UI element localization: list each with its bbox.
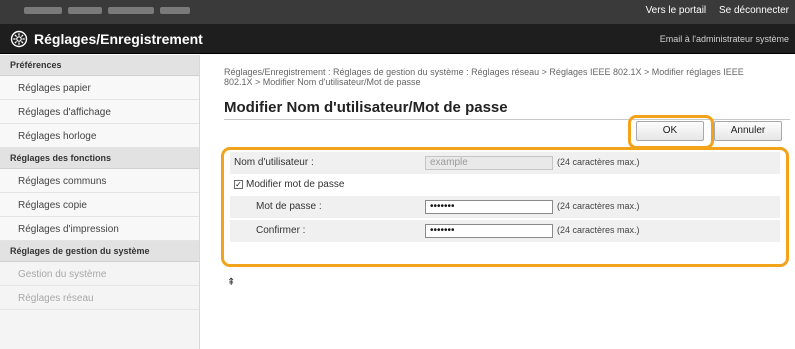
change-password-row: ✓ Modifier mot de passe (230, 174, 780, 196)
settings-gear-icon (10, 30, 28, 48)
sidebar-heading-preferences: Préférences (0, 55, 199, 76)
confirm-label: Confirmer : (256, 225, 306, 236)
scroll-to-top-icon[interactable]: ⇞ (227, 277, 235, 288)
username-label: Nom d'utilisateur : (234, 157, 314, 168)
sidebar-heading-functions: Réglages des fonctions (0, 148, 199, 169)
breadcrumb: Réglages/Enregistrement : Réglages de ge… (224, 67, 744, 87)
change-password-label: Modifier mot de passe (246, 179, 345, 190)
username-field: example (425, 156, 553, 170)
confirm-input[interactable]: ••••••• (425, 224, 553, 238)
top-links: Vers le portail Se déconnecter (636, 5, 789, 16)
change-password-checkbox[interactable]: ✓ (234, 180, 243, 189)
sidebar-item-print-settings[interactable]: Réglages d'impression (0, 217, 199, 241)
password-row: Mot de passe : ••••••• (24 caractères ma… (230, 196, 780, 218)
sidebar-item-clock-settings[interactable]: Réglages horloge (0, 124, 199, 148)
cancel-button[interactable]: Annuler (714, 121, 782, 141)
password-input[interactable]: ••••••• (425, 200, 553, 214)
credentials-form: Nom d'utilisateur : example (24 caractèr… (230, 152, 780, 262)
username-row: Nom d'utilisateur : example (24 caractèr… (230, 152, 780, 174)
sidebar-item-network-settings[interactable]: Réglages réseau (0, 286, 199, 310)
page-heading: Réglages/Enregistrement (34, 31, 203, 47)
sidebar-item-copy-settings[interactable]: Réglages copie (0, 193, 199, 217)
portal-link[interactable]: Vers le portail (646, 5, 707, 16)
title-bar: Réglages/Enregistrement Email à l'admini… (0, 24, 795, 54)
email-admin-link[interactable]: Email à l'administrateur système (660, 34, 789, 44)
sidebar-item-system-management[interactable]: Gestion du système (0, 262, 199, 286)
confirm-row: Confirmer : ••••••• (24 caractères max.) (230, 220, 780, 242)
page-title: Modifier Nom d'utilisateur/Mot de passe (224, 99, 508, 116)
top-bar: Vers le portail Se déconnecter (0, 0, 795, 24)
sidebar-item-paper-settings[interactable]: Réglages papier (0, 76, 199, 100)
confirm-hint: (24 caractères max.) (557, 225, 640, 235)
username-hint: (24 caractères max.) (557, 157, 640, 167)
password-hint: (24 caractères max.) (557, 201, 640, 211)
ok-button[interactable]: OK (636, 121, 704, 141)
main-content: Réglages/Enregistrement : Réglages de ge… (200, 55, 795, 349)
sidebar-heading-system-management: Réglages de gestion du système (0, 241, 199, 262)
password-label: Mot de passe : (256, 201, 322, 212)
web-ui-page: Vers le portail Se déconnecter Réglages/… (0, 0, 795, 349)
sidebar-item-common-settings[interactable]: Réglages communs (0, 169, 199, 193)
sidebar-item-display-settings[interactable]: Réglages d'affichage (0, 100, 199, 124)
sidebar: Préférences Réglages papier Réglages d'a… (0, 55, 200, 349)
device-name-blurred (24, 7, 214, 17)
logout-link[interactable]: Se déconnecter (719, 5, 789, 16)
